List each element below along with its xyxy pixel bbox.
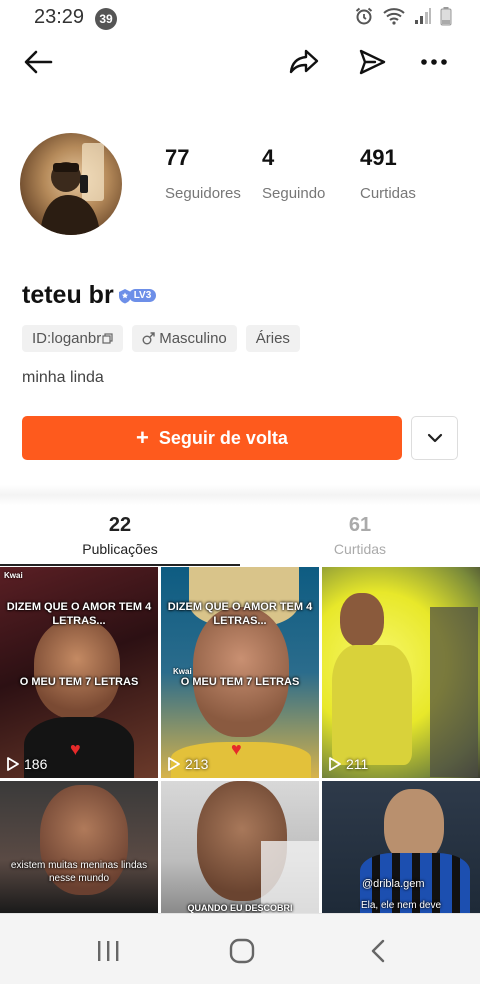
suggestions-dropdown-button[interactable] <box>411 416 458 460</box>
followers-count: 77 <box>165 145 190 170</box>
level-text: LV3 <box>128 289 157 302</box>
user-id-text: ID:loganbr <box>32 330 102 347</box>
more-options-button[interactable] <box>414 42 454 82</box>
username: teteu br <box>22 281 114 309</box>
post-tile[interactable]: Kwai DIZEM QUE O AMOR TEM 4 LETRAS... O … <box>161 567 319 778</box>
heart-icon: ♥ <box>70 739 81 759</box>
chevron-down-icon <box>427 433 442 443</box>
battery-icon <box>440 7 452 26</box>
post-views-count: 186 <box>24 756 48 772</box>
home-icon <box>229 938 255 964</box>
following-count: 4 <box>262 145 275 170</box>
publications-label: Publicações <box>82 541 158 557</box>
liked-label: Curtidas <box>333 541 387 557</box>
recent-apps-button[interactable] <box>88 936 128 966</box>
system-navigation-bar <box>0 913 480 984</box>
zodiac-tag: Áries <box>245 325 300 352</box>
top-nav <box>0 36 480 86</box>
chevron-left-icon <box>371 939 385 963</box>
post-views-count: 213 <box>185 756 209 772</box>
tab-publications[interactable]: 22 Publicações <box>0 514 240 557</box>
divider-strip <box>0 485 480 505</box>
post-caption-top: existem muitas meninas lindas nesse mund… <box>10 860 148 884</box>
active-tab-indicator <box>0 564 240 566</box>
tab-liked[interactable]: 61 Curtidas <box>240 514 480 557</box>
system-back-button[interactable] <box>358 936 398 966</box>
publications-count: 22 <box>108 514 132 536</box>
play-icon <box>168 757 180 771</box>
post-tile[interactable]: existem muitas meninas lindas nesse mund… <box>0 781 158 913</box>
level-badge[interactable]: LV3 <box>118 288 157 304</box>
post-caption-top: QUANDO EU DESCOBRI <box>187 903 293 913</box>
post-tile[interactable]: QUANDO EU DESCOBRI <box>161 781 319 913</box>
arrow-left-icon <box>24 50 53 74</box>
zodiac-text: Áries <box>255 330 290 347</box>
play-icon <box>7 757 19 771</box>
back-button[interactable] <box>18 42 58 82</box>
liked-count: 61 <box>348 514 372 536</box>
post-caption-top: DIZEM QUE O AMOR TEM 4 LETRAS... <box>167 601 313 628</box>
post-views: 211 <box>328 756 368 772</box>
gender-tag: Masculino <box>132 325 237 352</box>
following-stat[interactable]: 4 Seguindo <box>262 145 325 202</box>
post-watermark: Kwai <box>4 571 23 580</box>
post-caption-mid: Ela, ele nem deve <box>360 900 442 911</box>
post-caption-top: @dribla.gem <box>362 878 425 890</box>
signal-icon <box>415 8 431 24</box>
status-time: 23:29 <box>34 6 85 28</box>
post-caption-mid: O MEU TEM 7 LETRAS <box>19 676 139 688</box>
follow-back-label: Seguir de volta <box>158 427 288 448</box>
followers-stat[interactable]: 77 Seguidores <box>165 145 241 202</box>
male-symbol-icon <box>142 332 155 345</box>
likes-count: 491 <box>360 145 397 170</box>
home-button[interactable] <box>222 936 262 966</box>
recent-apps-icon <box>98 941 119 961</box>
post-views-count: 211 <box>346 756 369 772</box>
post-tile[interactable]: @dribla.gem Ela, ele nem deve <box>322 781 480 913</box>
heart-icon: ♥ <box>231 739 242 759</box>
plus-icon: + <box>136 425 149 450</box>
post-views: 186 <box>6 756 47 772</box>
profile-tags: ID:loganbr Masculino Áries <box>22 325 300 352</box>
more-dots-icon <box>421 59 447 65</box>
post-caption-mid: O MEU TEM 7 LETRAS <box>180 676 300 688</box>
paper-plane-icon <box>359 49 386 75</box>
status-icons <box>354 6 452 26</box>
follow-back-button[interactable]: + Seguir de volta <box>22 416 402 460</box>
followers-label: Seguidores <box>165 185 241 202</box>
post-tile[interactable]: 211 <box>322 567 480 778</box>
status-bar: 23:29 39 <box>0 0 480 36</box>
post-tile[interactable]: Kwai DIZEM QUE O AMOR TEM 4 LETRAS... O … <box>0 567 158 778</box>
likes-stat[interactable]: 491 Curtidas <box>360 145 416 202</box>
gender-text: Masculino <box>159 330 227 347</box>
profile-avatar[interactable] <box>20 133 122 235</box>
share-button[interactable] <box>284 42 324 82</box>
post-views: 213 <box>167 756 208 772</box>
play-icon <box>329 757 341 771</box>
profile-bio: minha linda <box>22 369 104 386</box>
likes-label: Curtidas <box>360 185 416 202</box>
notification-count-badge: 39 <box>95 8 117 30</box>
copy-icon <box>102 333 113 344</box>
following-label: Seguindo <box>262 185 326 202</box>
send-message-button[interactable] <box>352 42 392 82</box>
share-arrow-icon <box>289 49 319 74</box>
user-id-tag[interactable]: ID:loganbr <box>22 325 124 352</box>
username-row: teteu br LV3 <box>22 281 157 310</box>
post-caption-top: DIZEM QUE O AMOR TEM 4 LETRAS... <box>6 601 152 628</box>
wifi-icon <box>383 8 405 25</box>
alarm-icon <box>355 7 373 25</box>
